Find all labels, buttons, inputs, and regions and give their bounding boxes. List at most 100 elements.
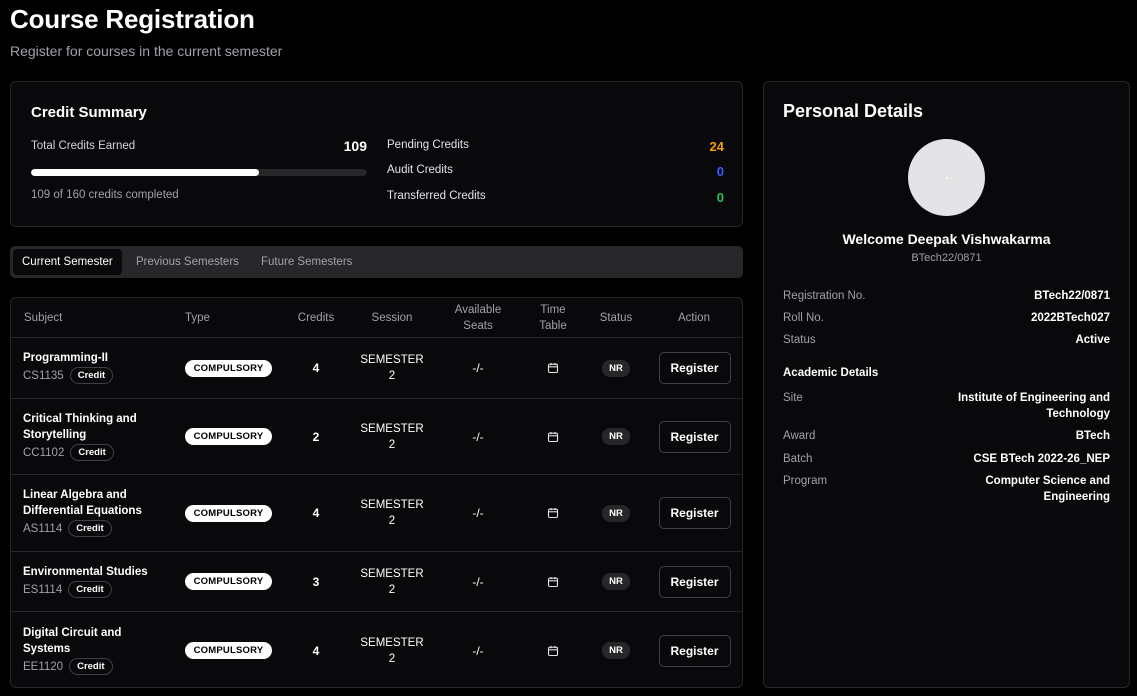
session-value: SEMESTER 2 — [360, 499, 424, 527]
type-badge: COMPULSORY — [184, 504, 273, 522]
subject-code: EE1120 — [23, 660, 64, 673]
batch-value: CSE BTech 2022-26_NEP — [973, 453, 1110, 465]
status-label: Status — [783, 334, 816, 346]
credits-progress-bar — [31, 169, 367, 176]
table-row: Programming-II CS1135 Credit COMPULSORY 4… — [11, 338, 742, 399]
session-value: SEMESTER 2 — [360, 636, 424, 665]
session-value: SEMESTER 2 — [360, 567, 424, 596]
session-value: SEMESTER 2 — [360, 422, 424, 451]
status-badge: NR — [602, 573, 630, 590]
page-title: Course Registration — [10, 4, 255, 34]
subject-name: Environmental Studies — [23, 566, 148, 578]
transferred-credits-row: Transferred Credits 0 — [387, 190, 724, 205]
registration-no-label: Registration No. — [783, 290, 866, 302]
tab-future-semesters[interactable]: Future Semesters — [252, 249, 361, 275]
header-session: Session — [371, 311, 413, 324]
credit-summary-title: Credit Summary — [31, 104, 147, 121]
welcome-subtext: BTech22/0871 — [911, 252, 982, 264]
status-row: Status Active — [783, 332, 1110, 348]
site-label: Site — [783, 392, 803, 404]
roll-no-value: 2022BTech027 — [1030, 312, 1110, 324]
subject-name: Programming-II — [23, 352, 108, 364]
personal-details-title: Personal Details — [783, 101, 924, 121]
status-badge: NR — [602, 504, 630, 522]
credit-summary-card: Credit Summary Total Credits Earned 109 … — [10, 81, 743, 227]
subject-cell: Critical Thinking and Storytelling CC1102… — [23, 411, 137, 461]
credits-value: 4 — [312, 361, 320, 375]
status-badge: NR — [602, 359, 630, 377]
calendar-icon[interactable] — [523, 475, 583, 551]
credit-badge: Credit — [70, 444, 114, 461]
subject-cell: Digital Circuit and Systems EE1120 Credit — [23, 625, 121, 675]
table-row: Digital Circuit and Systems EE1120 Credit … — [11, 612, 742, 687]
program-label: Program — [783, 475, 828, 487]
header-time-table-line1: Time — [540, 303, 566, 316]
register-button[interactable]: Register — [658, 565, 731, 598]
welcome-heading: Welcome Deepak Vishwakarma — [842, 231, 1051, 247]
batch-row: Batch CSE BTech 2022-26_NEP — [783, 451, 1110, 467]
calendar-icon[interactable] — [523, 552, 583, 611]
award-row: Award BTech — [783, 428, 1110, 444]
site-value: Institute of Engineering and Technology — [957, 392, 1110, 420]
audit-credits-row: Audit Credits 0 — [387, 164, 724, 179]
available-seats-value: -/- — [472, 361, 484, 375]
type-badge: COMPULSORY — [184, 573, 273, 590]
header-available-seats-line2: Seats — [463, 319, 493, 332]
available-seats-value: -/- — [472, 643, 484, 658]
calendar-icon[interactable] — [523, 399, 583, 474]
pending-credits-label: Pending Credits — [387, 139, 469, 151]
registration-no-row: Registration No. BTech22/0871 — [783, 288, 1110, 304]
program-value: Computer Science and Engineering — [985, 475, 1110, 503]
table-row: Critical Thinking and Storytelling CC1102… — [11, 399, 742, 475]
register-button[interactable]: Register — [658, 420, 731, 453]
credits-value: 3 — [312, 574, 320, 589]
credits-value: 4 — [312, 643, 320, 658]
header-type: Type — [185, 311, 210, 324]
roll-no-row: Roll No. 2022BTech027 — [783, 310, 1110, 326]
site-row: Site Institute of Engineering and Technol… — [783, 390, 1110, 422]
award-label: Award — [783, 430, 816, 442]
subject-code: CC1102 — [23, 446, 65, 459]
audit-credits-label: Audit Credits — [387, 164, 453, 176]
award-value: BTech — [1075, 430, 1110, 442]
table-row: Environmental Studies ES1114 Credit COMPU… — [11, 552, 742, 612]
page-subtitle: Register for courses in the current seme… — [10, 43, 283, 59]
credits-progress-text: 109 of 160 credits completed — [31, 189, 179, 201]
academic-details-title: Academic Details — [783, 367, 879, 379]
credits-value: 2 — [312, 429, 320, 444]
register-button[interactable]: Register — [658, 352, 731, 384]
credit-badge: Credit — [68, 520, 112, 537]
status-badge: NR — [602, 428, 630, 445]
available-seats-value: -/- — [472, 429, 484, 444]
roll-no-label: Roll No. — [783, 312, 824, 324]
semester-tabs: Current Semester Previous Semesters Futu… — [10, 246, 743, 278]
available-seats-value: -/- — [472, 574, 484, 589]
transferred-credits-label: Transferred Credits — [387, 190, 486, 202]
header-time-table: Time Table — [523, 298, 583, 337]
personal-details-card: Personal Details Welcome Deepak Vishwaka… — [763, 81, 1130, 688]
header-status: Status — [599, 311, 633, 324]
header-time-table-line2: Table — [539, 319, 567, 332]
total-credits-earned-label: Total Credits Earned — [31, 140, 136, 152]
register-button[interactable]: Register — [658, 497, 731, 529]
register-button[interactable]: Register — [658, 634, 731, 667]
session-value: SEMESTER 2 — [360, 354, 424, 382]
header-available-seats: Available Seats — [438, 298, 518, 337]
calendar-icon[interactable] — [523, 612, 583, 687]
header-subject: Subject — [24, 311, 63, 324]
credits-progress-fill — [31, 169, 260, 176]
credit-badge: Credit — [68, 581, 112, 598]
subject-name: Linear Algebra and Differential Equations — [23, 489, 142, 517]
subject-code: CS1135 — [23, 369, 64, 382]
subject-cell: Programming-II CS1135 Credit — [23, 350, 114, 384]
credit-badge: Credit — [69, 658, 113, 675]
calendar-icon[interactable] — [523, 338, 583, 398]
tab-previous-semesters[interactable]: Previous Semesters — [127, 249, 248, 275]
subject-code: ES1114 — [23, 583, 63, 596]
tab-current-semester[interactable]: Current Semester — [13, 249, 122, 275]
subject-cell: Linear Algebra and Differential Equations… — [23, 487, 142, 537]
credits-value: 4 — [312, 506, 320, 520]
total-credits-earned-value: 109 — [343, 138, 367, 154]
user-avatar-icon — [908, 139, 985, 216]
available-seats-value: -/- — [472, 506, 484, 520]
